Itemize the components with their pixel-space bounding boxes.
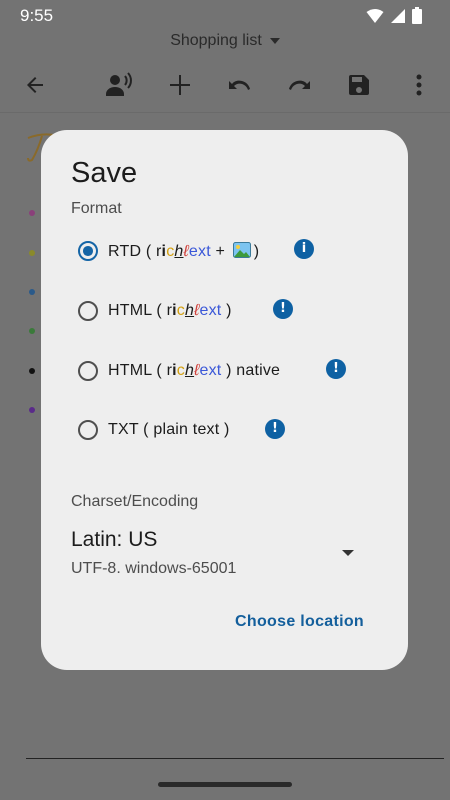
- app-title-dropdown[interactable]: Shopping list: [0, 32, 450, 50]
- list-bullet: [29, 407, 35, 413]
- charset-value: Latin: US: [71, 528, 158, 551]
- bottom-rule: [26, 758, 444, 759]
- list-bullet: [29, 210, 35, 216]
- dropdown-arrow-icon[interactable]: [342, 550, 354, 556]
- undo-icon[interactable]: [224, 70, 254, 100]
- toolbar: [0, 64, 450, 106]
- radio-button[interactable]: [78, 361, 98, 381]
- more-vert-icon[interactable]: [404, 70, 434, 100]
- list-bullet: [29, 368, 35, 374]
- picture-icon: [232, 241, 251, 258]
- signal-icon: [391, 8, 405, 23]
- save-dialog: Save Format RTD ( richℓext + ) i HTML ( …: [41, 130, 408, 670]
- option-label: TXT ( plain text ): [108, 421, 230, 438]
- warning-icon[interactable]: !: [273, 299, 293, 319]
- chevron-down-icon: [269, 37, 280, 44]
- dialog-title: Save: [71, 157, 138, 189]
- status-bar: 9:55: [0, 0, 450, 30]
- save-icon[interactable]: [344, 70, 374, 100]
- option-label: HTML ( richℓext ): [108, 302, 232, 319]
- format-option-rtd[interactable]: RTD ( richℓext + ): [78, 237, 259, 265]
- format-option-txt[interactable]: TXT ( plain text ): [78, 416, 230, 444]
- radio-button-selected[interactable]: [78, 241, 98, 261]
- list-bullet: [29, 328, 35, 334]
- format-option-html[interactable]: HTML ( richℓext ): [78, 297, 232, 325]
- redo-icon[interactable]: [285, 70, 315, 100]
- option-label: RTD ( richℓext + ): [108, 241, 260, 260]
- charset-encoding-detail: UTF-8. windows-65001: [71, 560, 237, 577]
- voice-icon[interactable]: [104, 70, 134, 100]
- warning-icon[interactable]: !: [326, 359, 346, 379]
- info-icon[interactable]: i: [294, 239, 314, 259]
- gesture-nav-handle[interactable]: [158, 782, 292, 787]
- wifi-icon: [366, 8, 384, 23]
- back-arrow-icon[interactable]: [20, 70, 50, 100]
- status-time: 9:55: [20, 6, 54, 25]
- battery-icon: [412, 7, 422, 24]
- app-title: Shopping list: [170, 32, 262, 49]
- format-label: Format: [71, 200, 122, 217]
- list-bullet: [29, 289, 35, 295]
- status-icons: [366, 7, 422, 24]
- warning-icon[interactable]: !: [265, 419, 285, 439]
- toolbar-divider: [0, 112, 450, 113]
- charset-label: Charset/Encoding: [71, 493, 199, 510]
- add-icon[interactable]: [165, 70, 195, 100]
- radio-button[interactable]: [78, 301, 98, 321]
- format-option-html-native[interactable]: HTML ( richℓext ) native: [78, 357, 280, 385]
- list-bullet: [29, 250, 35, 256]
- choose-location-button[interactable]: Choose location: [235, 613, 364, 631]
- option-label: HTML ( richℓext ) native: [108, 362, 281, 379]
- radio-button[interactable]: [78, 420, 98, 440]
